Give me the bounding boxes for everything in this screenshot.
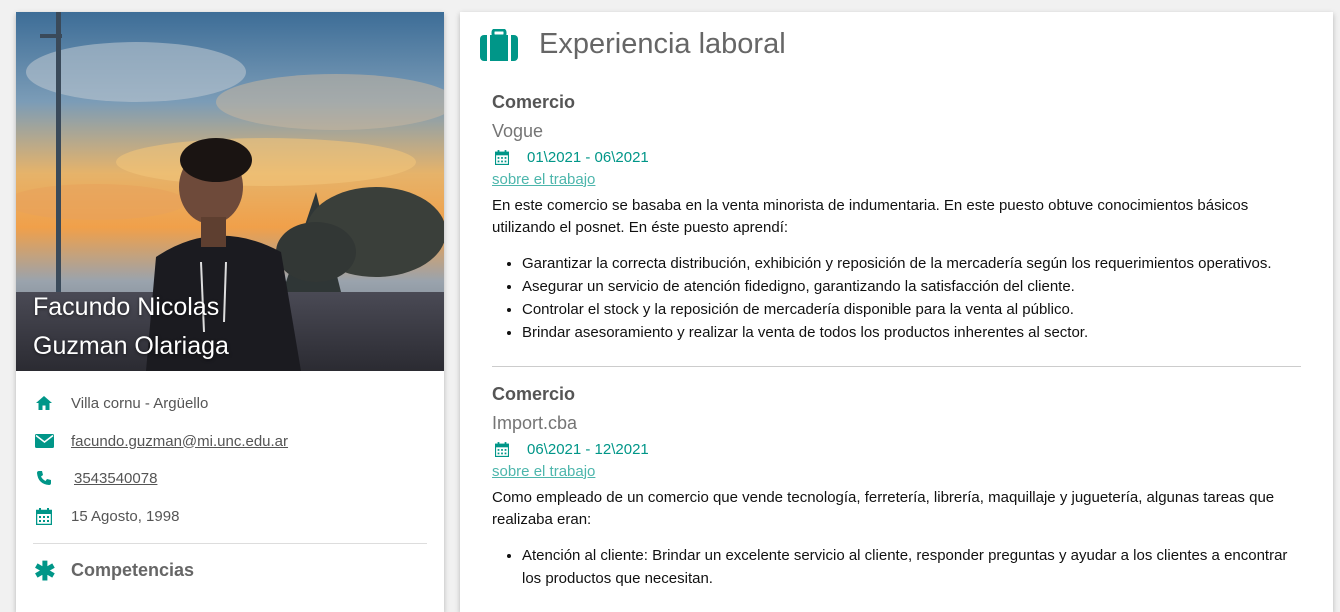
profile-name: Facundo Nicolas Guzman Olariaga: [33, 288, 229, 366]
job-category: Comercio: [492, 384, 576, 404]
divider: [492, 366, 1301, 367]
calendar-icon: [495, 150, 509, 165]
job-entry: Comercio Import.cba 06\2021 - 12\2021 so…: [492, 384, 1302, 590]
list-item: Asegurar un servicio de atención fidedig…: [522, 275, 1302, 298]
job-category: Comercio: [492, 92, 576, 112]
list-item: Controlar el stock y la reposición de me…: [522, 298, 1302, 321]
birthdate-row: 15 Agosto, 1998: [34, 505, 179, 527]
job-description: En este comercio se basaba en la venta m…: [492, 197, 1249, 236]
birthdate-text: 15 Agosto, 1998: [71, 507, 180, 525]
name-line-1: Facundo Nicolas: [33, 293, 220, 321]
location-text: Villa cornu - Argüello: [71, 394, 209, 412]
phone-link[interactable]: 3543540078: [74, 470, 157, 487]
job-dates-text: 06\2021 - 12\2021: [527, 441, 649, 458]
calendar-icon: [34, 506, 54, 526]
job-company: Vogue: [492, 121, 544, 141]
list-item: Atención al cliente: Brindar un excelent…: [522, 544, 1302, 590]
phone-row: 3543540078: [34, 467, 157, 489]
job-dates: 06\2021 - 12\2021: [492, 441, 1302, 458]
experience-heading-text: Experiencia laboral: [539, 28, 786, 60]
experience-heading: Experiencia laboral: [480, 28, 786, 61]
home-icon: [34, 393, 54, 413]
name-line-2: Guzman Olariaga: [33, 332, 229, 360]
email-link[interactable]: facundo.guzman@mi.unc.edu.ar: [71, 433, 288, 450]
location-row: Villa cornu - Argüello: [34, 392, 208, 414]
job-dates: 01\2021 - 06\2021: [492, 149, 1302, 166]
job-task-list: Atención al cliente: Brindar un excelent…: [492, 544, 1302, 590]
job-details-link[interactable]: sobre el trabajo: [492, 171, 595, 188]
experience-card: Experiencia laboral Comercio Vogue 01\20…: [460, 12, 1333, 612]
job-dates-text: 01\2021 - 06\2021: [527, 149, 649, 166]
divider: [33, 543, 427, 544]
skills-heading-text: Competencias: [71, 560, 195, 580]
email-row: facundo.guzman@mi.unc.edu.ar: [34, 430, 288, 452]
asterisk-icon: ✱: [34, 555, 56, 586]
envelope-icon: [34, 431, 54, 451]
job-description: Como empleado de un comercio que vende t…: [492, 489, 1275, 528]
skills-heading: ✱ Competencias: [34, 555, 195, 586]
list-item: Brindar asesoramiento y realizar la vent…: [522, 321, 1302, 344]
job-company: Import.cba: [492, 413, 578, 433]
list-item: Garantizar la correcta distribución, exh…: [522, 252, 1302, 275]
briefcase-icon: [480, 28, 518, 61]
job-details-link[interactable]: sobre el trabajo: [492, 463, 595, 480]
calendar-icon: [495, 442, 509, 457]
job-task-list: Garantizar la correcta distribución, exh…: [492, 252, 1302, 344]
profile-card: Facundo Nicolas Guzman Olariaga Villa co…: [16, 12, 444, 612]
phone-icon: [34, 468, 54, 488]
job-entry: Comercio Vogue 01\2021 - 06\2021 sobre e…: [492, 92, 1302, 344]
